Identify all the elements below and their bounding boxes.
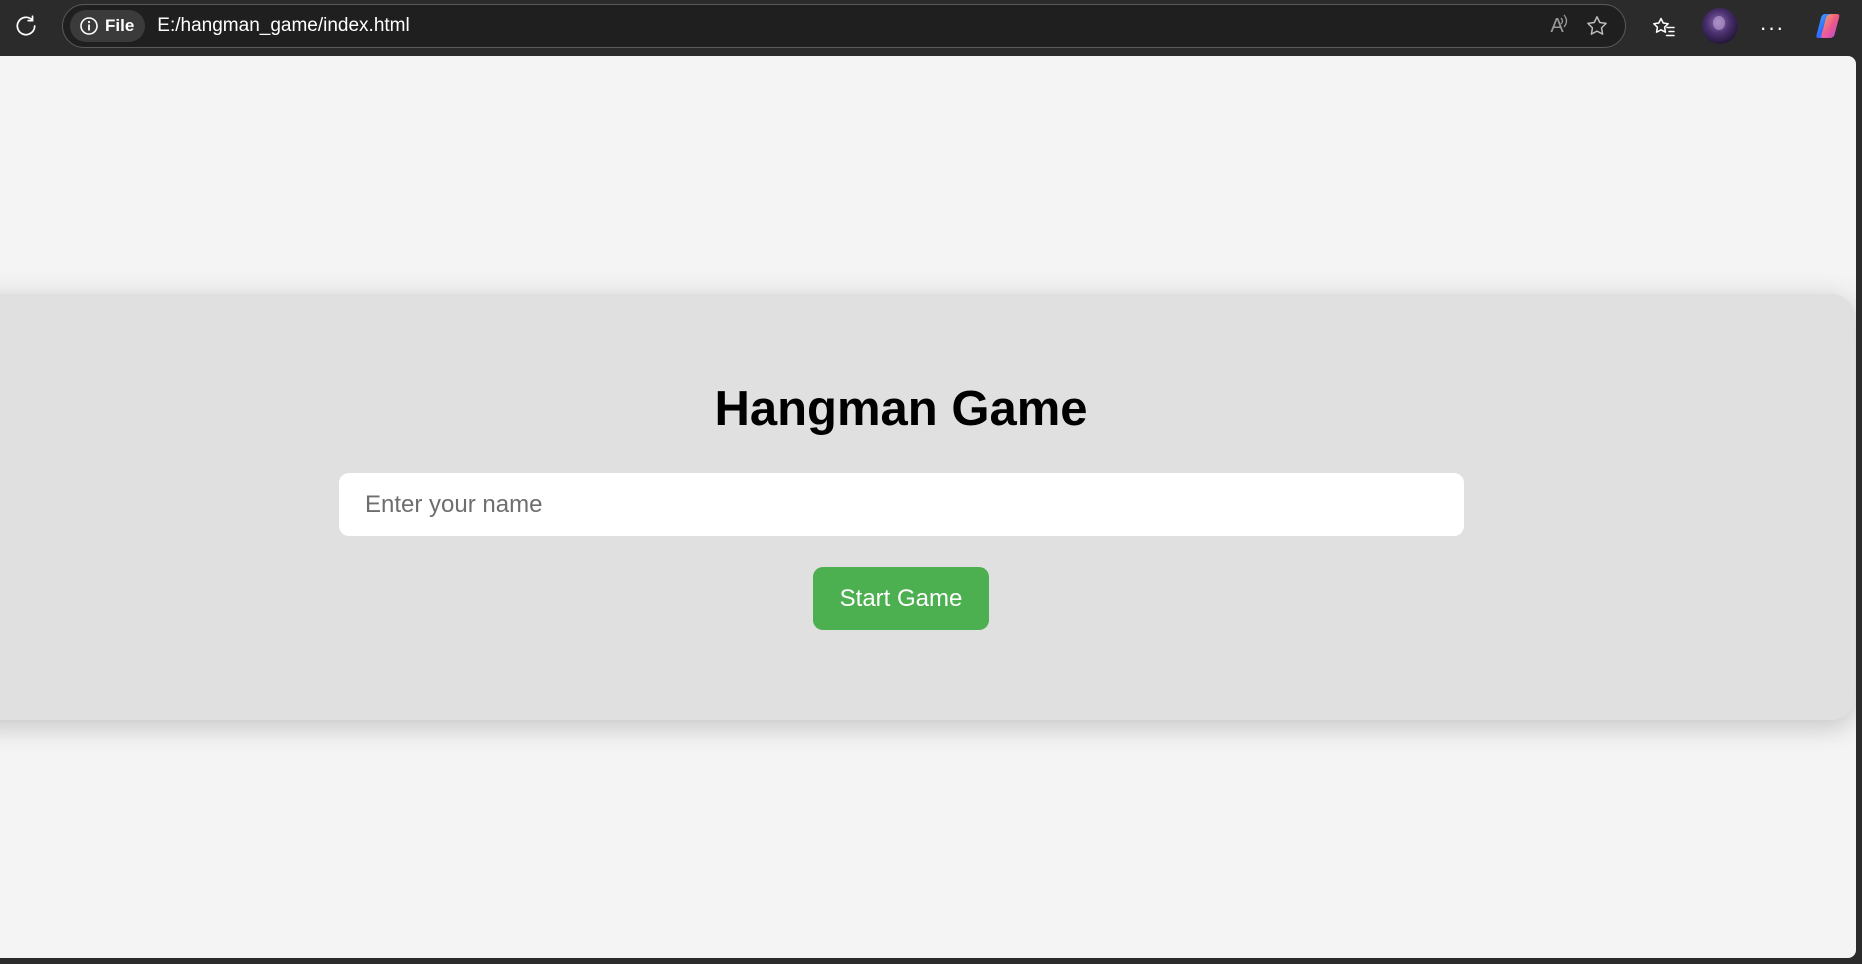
more-options-label: ··· — [1759, 15, 1785, 40]
page-title: Hangman Game — [714, 382, 1088, 436]
site-info-label: File — [105, 16, 135, 35]
favorites-icon[interactable] — [1644, 8, 1684, 48]
add-favorite-star-icon[interactable] — [1579, 8, 1615, 44]
more-options-icon[interactable]: ··· — [1752, 8, 1792, 48]
site-info-button[interactable]: File — [70, 10, 146, 42]
copilot-icon[interactable] — [1812, 8, 1848, 44]
refresh-icon[interactable] — [10, 10, 42, 42]
browser-toolbar: File E:/hangman_game/index.html A ··· — [0, 0, 1862, 56]
page-viewport: Hangman Game Start Game — [0, 56, 1856, 958]
url-text[interactable]: E:/hangman_game/index.html — [157, 15, 1539, 37]
profile-avatar[interactable] — [1702, 8, 1738, 44]
address-bar[interactable]: File E:/hangman_game/index.html A — [62, 4, 1626, 48]
start-game-button[interactable]: Start Game — [813, 567, 989, 630]
info-icon — [80, 17, 98, 35]
read-aloud-icon[interactable]: A — [1539, 8, 1575, 44]
name-input[interactable] — [339, 473, 1464, 536]
sound-waves-icon — [1560, 14, 1568, 28]
